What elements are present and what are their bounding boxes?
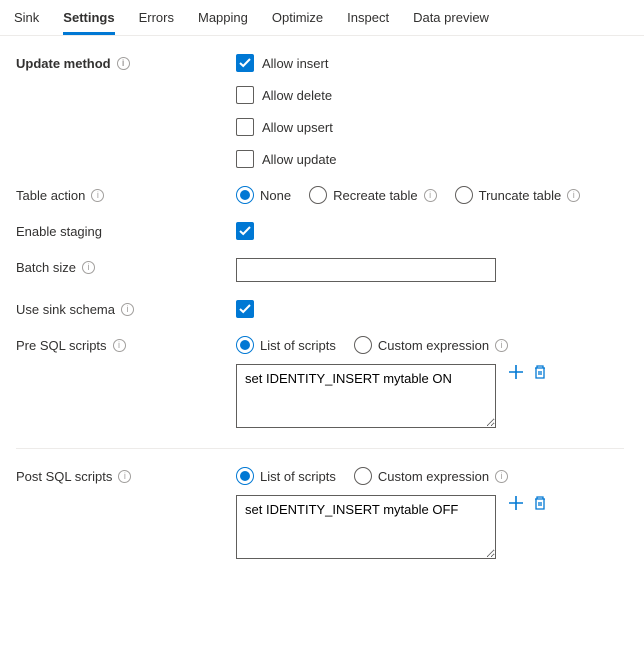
tab-mapping[interactable]: Mapping [198,8,248,35]
post-sql-options: List of scripts Custom expression i [236,467,624,485]
allow-delete-checkbox[interactable] [236,86,254,104]
table-action-truncate[interactable]: Truncate table i [455,186,581,204]
radio-icon [236,186,254,204]
use-sink-schema-label: Use sink schema i [16,300,236,317]
enable-staging-label: Enable staging [16,222,236,239]
info-icon[interactable]: i [113,339,126,352]
pre-sql-list-of-scripts[interactable]: List of scripts [236,336,336,354]
tab-bar: Sink Settings Errors Mapping Optimize In… [0,0,644,36]
divider [16,448,624,449]
info-icon[interactable]: i [117,57,130,70]
settings-panel: Update method i Allow insert Allow delet… [0,36,644,597]
update-method-label: Update method i [16,54,236,71]
tab-settings[interactable]: Settings [63,8,114,35]
info-icon[interactable]: i [118,470,131,483]
tab-errors[interactable]: Errors [139,8,174,35]
delete-icon[interactable] [532,495,548,511]
radio-icon [455,186,473,204]
radio-icon [236,467,254,485]
table-action-recreate[interactable]: Recreate table i [309,186,437,204]
table-action-none[interactable]: None [236,186,291,204]
tab-optimize[interactable]: Optimize [272,8,323,35]
table-action-label: Table action i [16,186,236,203]
radio-icon [309,186,327,204]
info-icon[interactable]: i [424,189,437,202]
update-method-options: Allow insert Allow delete Allow upsert [236,54,624,168]
post-sql-list-of-scripts[interactable]: List of scripts [236,467,336,485]
tab-inspect[interactable]: Inspect [347,8,389,35]
table-action-options: None Recreate table i Truncate table i [236,186,624,204]
pre-sql-label: Pre SQL scripts i [16,336,236,353]
allow-insert-label: Allow insert [262,56,328,71]
radio-icon [354,336,372,354]
allow-upsert-checkbox[interactable] [236,118,254,136]
allow-delete-label: Allow delete [262,88,332,103]
radio-icon [236,336,254,354]
use-sink-schema-checkbox[interactable] [236,300,254,318]
allow-upsert-label: Allow upsert [262,120,333,135]
info-icon[interactable]: i [495,470,508,483]
radio-icon [354,467,372,485]
info-icon[interactable]: i [495,339,508,352]
batch-size-input[interactable] [236,258,496,282]
tab-sink[interactable]: Sink [14,8,39,35]
add-icon[interactable] [508,364,524,380]
batch-size-label: Batch size i [16,258,236,275]
post-sql-label: Post SQL scripts i [16,467,236,484]
info-icon[interactable]: i [91,189,104,202]
allow-update-label: Allow update [262,152,336,167]
add-icon[interactable] [508,495,524,511]
allow-update-checkbox[interactable] [236,150,254,168]
info-icon[interactable]: i [82,261,95,274]
info-icon[interactable]: i [567,189,580,202]
enable-staging-checkbox[interactable] [236,222,254,240]
post-sql-script-input[interactable] [236,495,496,559]
info-icon[interactable]: i [121,303,134,316]
post-sql-custom-expression[interactable]: Custom expression i [354,467,508,485]
tab-data-preview[interactable]: Data preview [413,8,489,35]
delete-icon[interactable] [532,364,548,380]
allow-insert-checkbox[interactable] [236,54,254,72]
pre-sql-options: List of scripts Custom expression i [236,336,624,354]
pre-sql-custom-expression[interactable]: Custom expression i [354,336,508,354]
pre-sql-script-input[interactable] [236,364,496,428]
